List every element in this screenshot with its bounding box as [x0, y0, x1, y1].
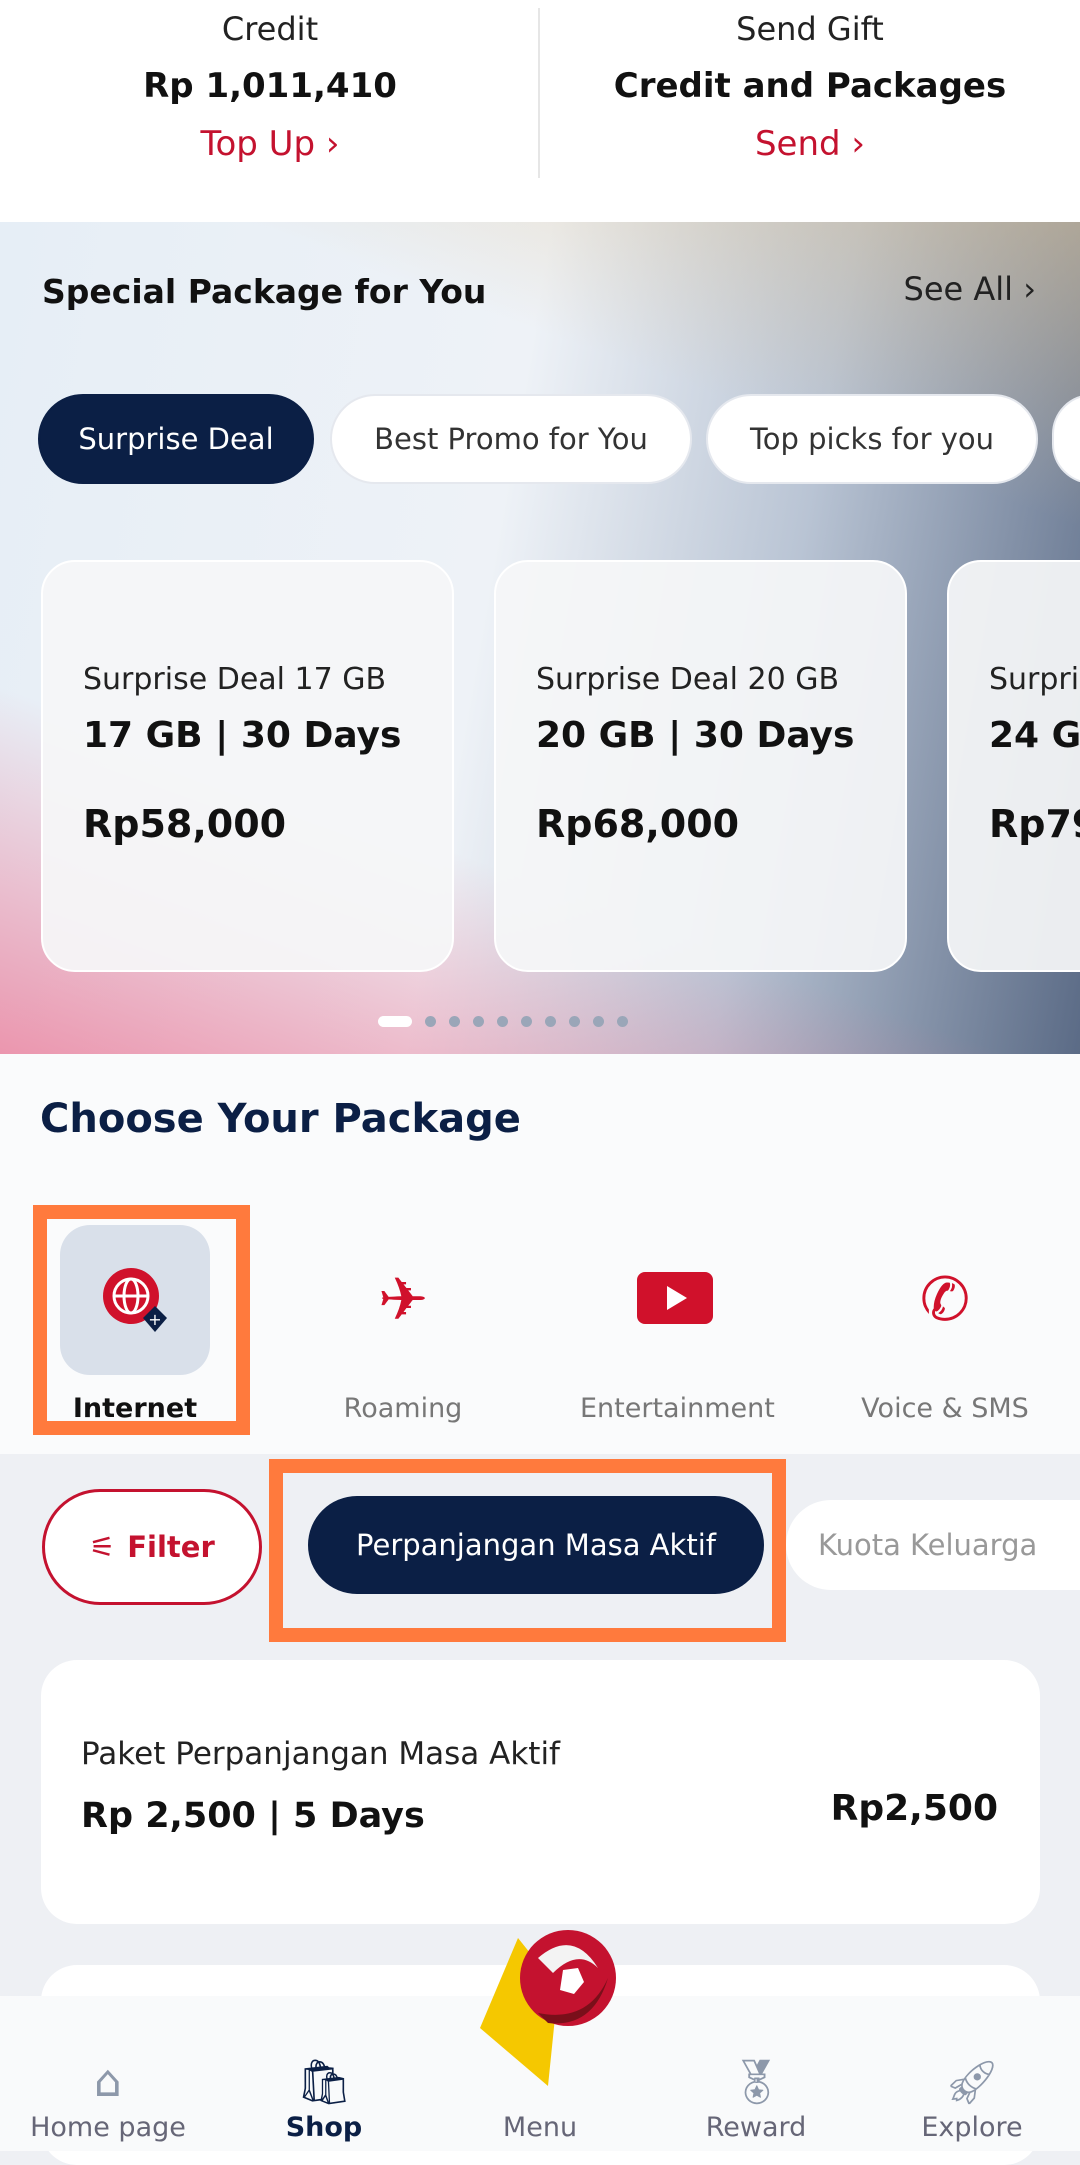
credit-value: Rp 1,011,410 [143, 66, 397, 106]
rocket-icon: 🚀︎ [944, 2057, 1000, 2108]
chip-more[interactable] [1052, 394, 1080, 484]
dot [617, 1016, 628, 1027]
category-label: Voice & SMS [861, 1393, 1029, 1424]
category-voice-sms[interactable]: ✆ Voice & SMS [850, 1225, 1040, 1424]
highlight-box [33, 1205, 250, 1435]
dot [378, 1016, 412, 1027]
nav-shop[interactable]: 🛍︎ Shop [224, 2056, 424, 2143]
airplane-icon: ✈ [377, 1265, 429, 1335]
chip-top-picks[interactable]: Top picks for you [706, 394, 1038, 484]
category-roaming[interactable]: ✈ Roaming [308, 1225, 498, 1424]
send-gift-section: Send Gift Credit and Packages Send › [540, 0, 1080, 164]
nav-label: Home page [30, 2112, 186, 2143]
filter-label: Filter [127, 1530, 215, 1564]
shopping-bag-icon: 🛍︎ [296, 2057, 352, 2108]
nav-label: Explore [921, 2112, 1023, 2143]
carousel-dots [378, 1016, 628, 1027]
card-name: Surprise Deal 24 GB [989, 662, 1080, 697]
play-icon [600, 1225, 750, 1375]
send-gift-value: Credit and Packages [613, 66, 1007, 106]
chip-best-promo[interactable]: Best Promo for You [330, 394, 692, 484]
see-all-link[interactable]: See All › [904, 270, 1037, 308]
package-name: Paket Perpanjangan Masa Aktif [81, 1736, 560, 1772]
choose-title: Choose Your Package [40, 1096, 521, 1142]
highlight-box [269, 1459, 786, 1642]
send-link[interactable]: Send › [540, 124, 1080, 164]
home-icon: ⌂ [94, 2056, 122, 2107]
medal-icon: 🏅︎ [728, 2057, 784, 2108]
special-title: Special Package for You [42, 272, 487, 311]
package-detail: Rp 2,500 | 5 Days [81, 1796, 425, 1836]
package-card[interactable]: Surprise Deal 24 GB 24 GB | 30 Days Rp79… [947, 560, 1080, 972]
card-detail: 24 GB | 30 Days [989, 715, 1080, 756]
telkomsel-logo-icon[interactable] [478, 1918, 618, 2088]
balance-bar: Credit Rp 1,011,410 Top Up › Send Gift C… [0, 0, 1080, 222]
phone-icon: ✆ [919, 1265, 971, 1335]
nav-label: Menu [502, 2112, 578, 2143]
dot [593, 1016, 604, 1027]
package-card[interactable]: Surprise Deal 17 GB 17 GB | 30 Days Rp58… [41, 560, 454, 972]
card-price: Rp79,000 [989, 802, 1080, 846]
dot [521, 1016, 532, 1027]
package-price: Rp2,500 [830, 1788, 998, 1829]
top-up-link[interactable]: Top Up › [0, 124, 540, 164]
special-package-banner: Special Package for You See All › Surpri… [0, 222, 1080, 1054]
chip-kuota-keluarga[interactable]: Kuota Keluarga [786, 1500, 1080, 1590]
send-gift-label: Send Gift [736, 10, 884, 48]
nav-home[interactable]: ⌂ Home page [8, 2056, 208, 2143]
card-name: Surprise Deal 17 GB [83, 662, 387, 697]
dot [569, 1016, 580, 1027]
card-name: Surprise Deal 20 GB [536, 662, 840, 697]
dot [473, 1016, 484, 1027]
nav-reward[interactable]: 🏅︎ Reward [656, 2056, 856, 2143]
package-card[interactable]: Surprise Deal 20 GB 20 GB | 30 Days Rp68… [494, 560, 907, 972]
card-price: Rp58,000 [83, 802, 287, 846]
dot [497, 1016, 508, 1027]
package-item[interactable]: Paket Perpanjangan Masa Aktif Rp 2,500 |… [41, 1660, 1040, 1924]
dot [425, 1016, 436, 1027]
card-detail: 17 GB | 30 Days [83, 715, 402, 756]
category-label: Entertainment [580, 1393, 775, 1424]
chip-surprise-deal[interactable]: Surprise Deal [38, 394, 314, 484]
nav-label: Shop [285, 2112, 363, 2143]
category-entertainment[interactable]: Entertainment [580, 1225, 775, 1424]
filter-button[interactable]: ⚟ Filter [42, 1489, 262, 1605]
card-price: Rp68,000 [536, 802, 740, 846]
dot [545, 1016, 556, 1027]
card-detail: 20 GB | 30 Days [536, 715, 855, 756]
nav-explore[interactable]: 🚀︎ Explore [872, 2056, 1072, 2143]
credit-label: Credit [221, 10, 319, 48]
nav-label: Reward [705, 2112, 807, 2143]
sliders-icon: ⚟ [89, 1530, 116, 1564]
dot [449, 1016, 460, 1027]
credit-section: Credit Rp 1,011,410 Top Up › [0, 0, 540, 164]
category-label: Roaming [343, 1393, 463, 1424]
